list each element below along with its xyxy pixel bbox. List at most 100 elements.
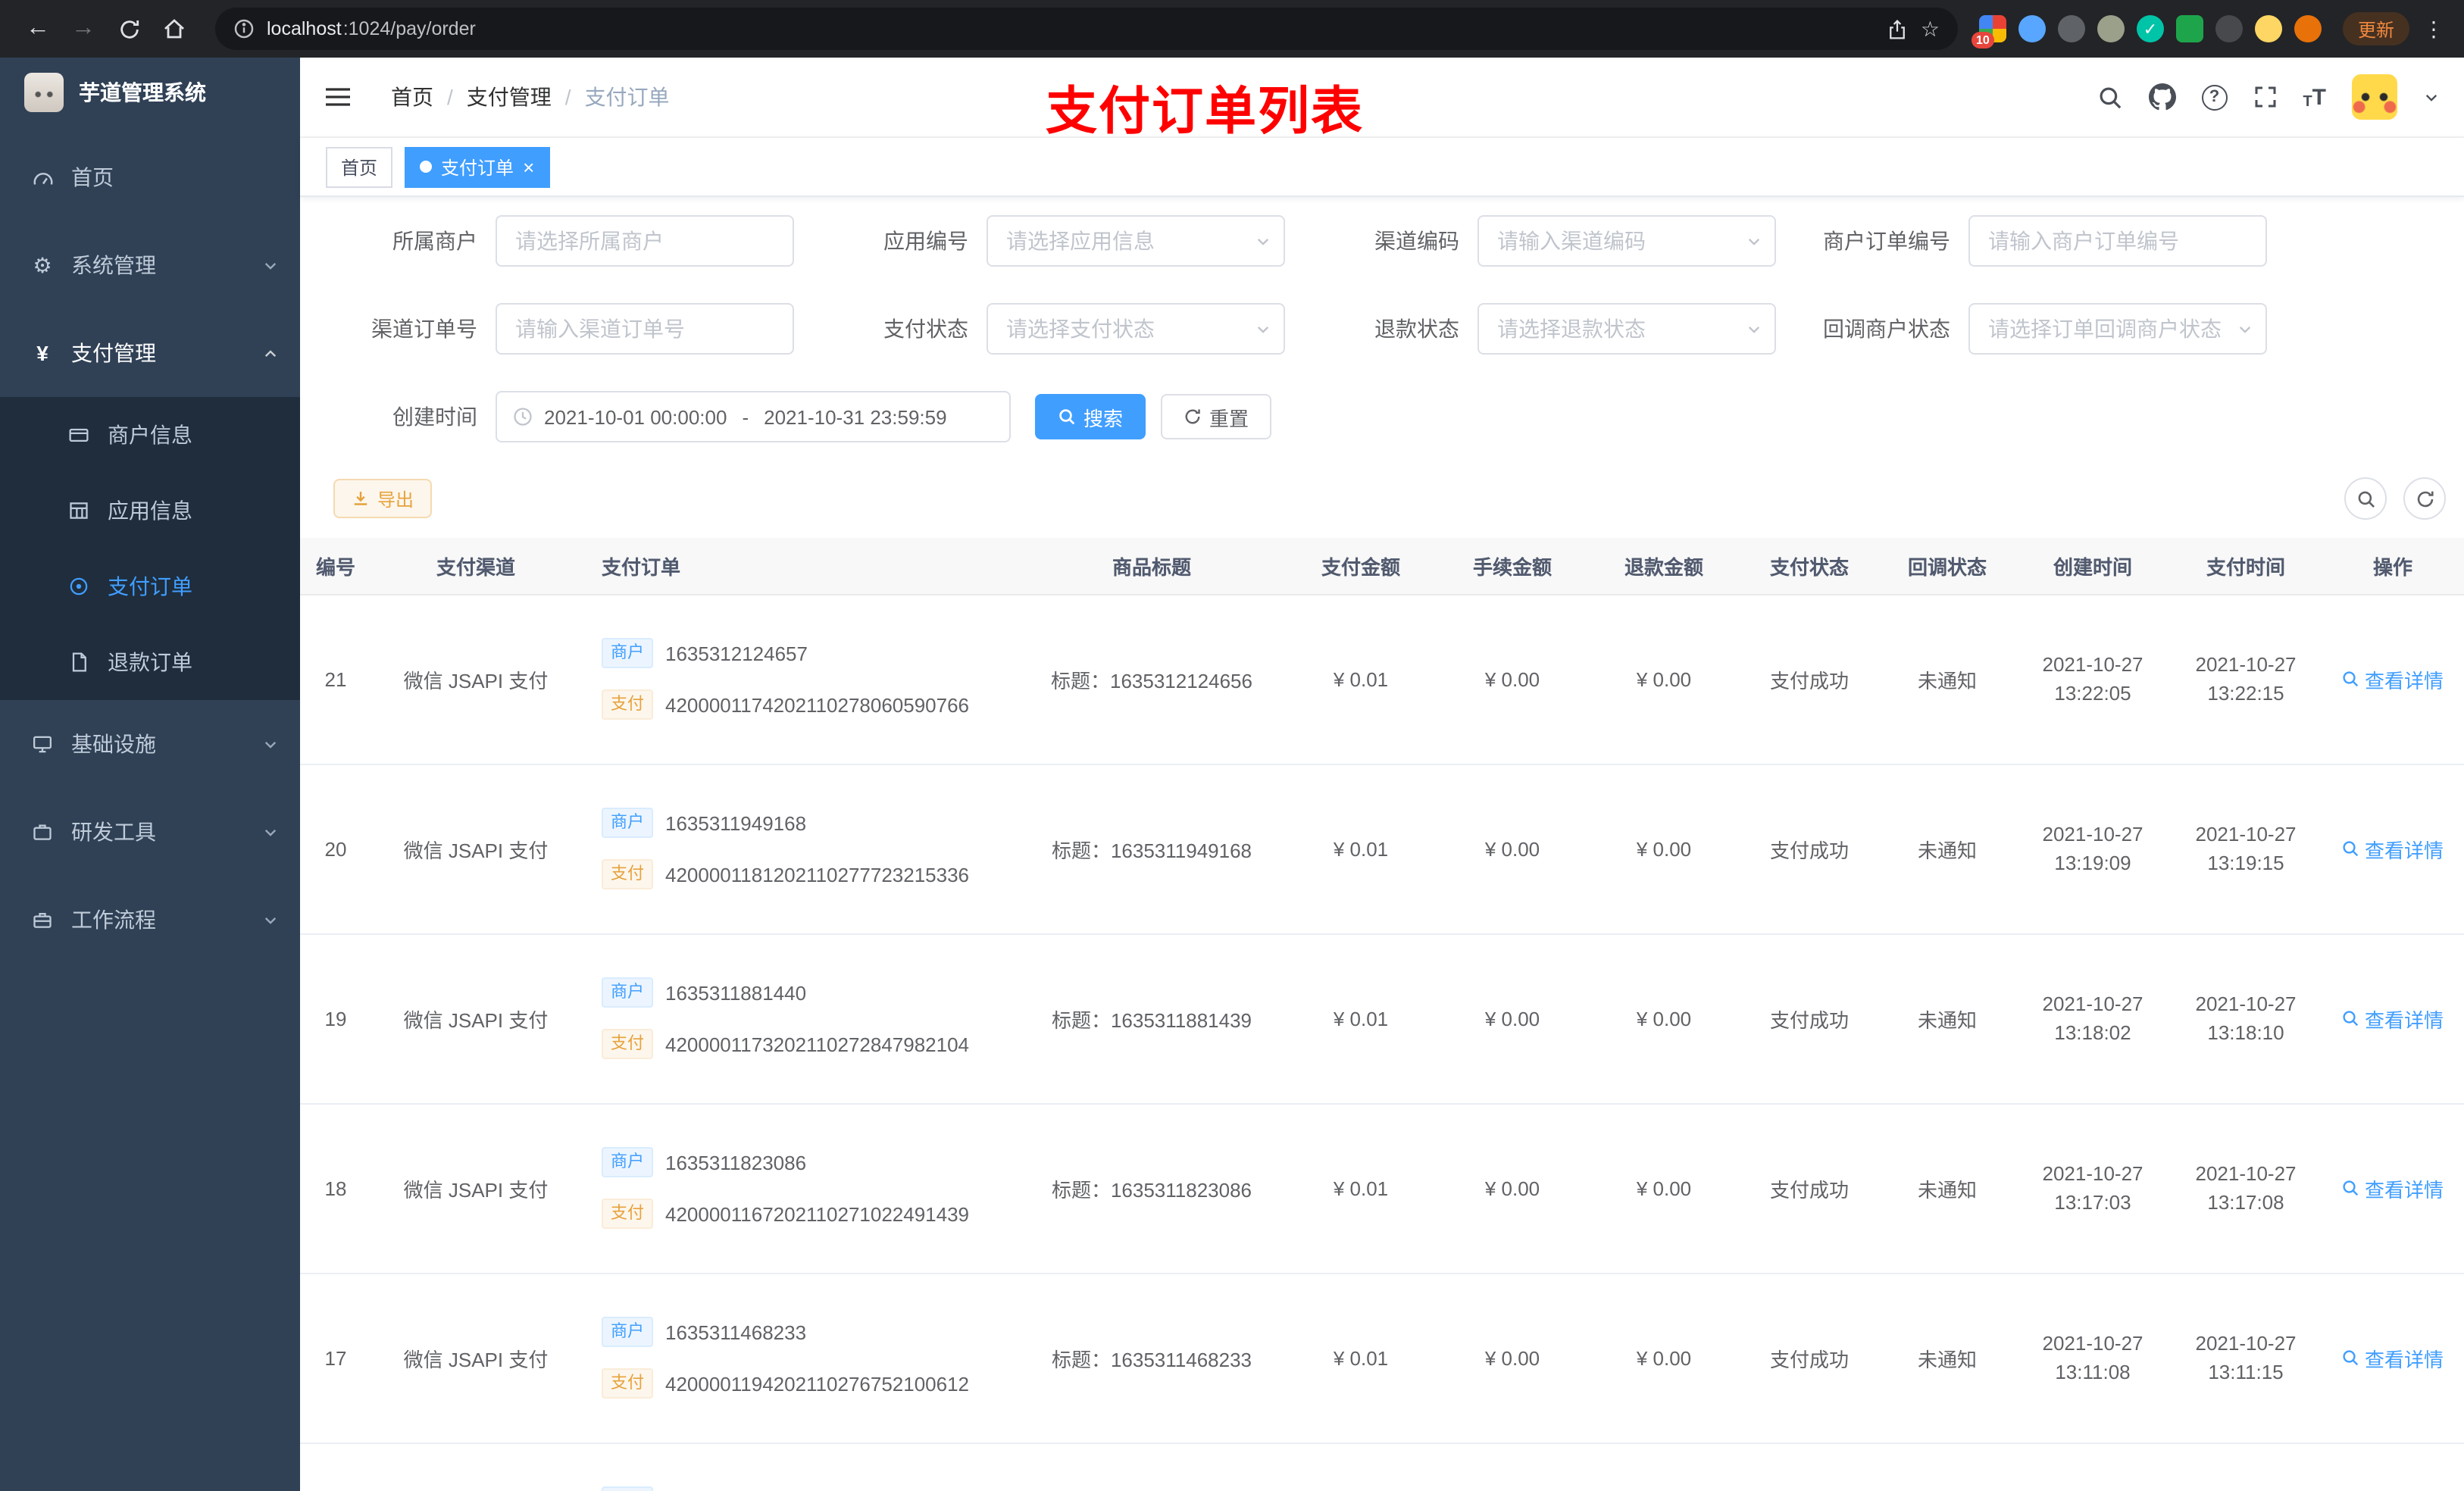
chevron-down-icon (2237, 320, 2253, 337)
chevron-down-icon (262, 911, 279, 928)
export-button[interactable]: 导出 (333, 479, 433, 518)
extension-icon-2[interactable] (2018, 15, 2046, 42)
pay-status-select[interactable]: 请选择支付状态 (987, 303, 1285, 355)
pay-status: 支付成功 (1740, 933, 1879, 1104)
notify-status-select[interactable]: 请选择订单回调商户状态 (1968, 303, 2267, 355)
table-row[interactable]: 17 微信 JSAPI 支付 商户 1635311468233 支付 4200001… (300, 1273, 2464, 1443)
sidebar-item-home[interactable]: 首页 (0, 133, 300, 221)
table-row[interactable]: 20 微信 JSAPI 支付 商户 1635311949168 支付 4200001… (300, 764, 2464, 934)
channel-order-no: 4200001181202110277723215336 (665, 863, 970, 886)
merchant-tag: 商户 (602, 977, 653, 1008)
sidebar-item-pay-order[interactable]: 支付订单 (0, 549, 300, 624)
refresh-button[interactable] (2403, 477, 2446, 520)
close-icon[interactable]: × (523, 157, 534, 177)
extension-icon-1[interactable]: 10 (1971, 15, 2006, 48)
home-icon[interactable] (155, 9, 194, 48)
chevron-down-icon (1746, 320, 1762, 337)
extension-icon-8[interactable] (2254, 15, 2282, 42)
sidebar-item-system[interactable]: ⚙ 系统管理 (0, 221, 300, 309)
extension-icon-4[interactable] (2097, 15, 2125, 42)
reset-button[interactable]: 重置 (1161, 394, 1272, 439)
notify-status: 未通知 (1879, 1273, 2015, 1443)
toggle-search-button[interactable] (2344, 477, 2387, 520)
table-toolbar: 导出 (300, 477, 2464, 520)
tab-pay-order[interactable]: 支付订单 × (405, 146, 550, 187)
search-button[interactable]: 搜索 (1035, 394, 1146, 439)
pay-time: 2021-10-27 13:22:15 (2170, 594, 2322, 764)
sidebar-item-infra[interactable]: 基础设施 (0, 700, 300, 788)
channel-order-no-input[interactable] (496, 303, 794, 355)
chevron-down-icon (262, 257, 279, 274)
table-row[interactable]: 18 微信 JSAPI 支付 商户 1635311823086 支付 4200001… (300, 1103, 2464, 1274)
breadcrumb-payment[interactable]: 支付管理 (467, 82, 552, 112)
merchant-order-no: 1635311949168 (665, 811, 807, 834)
fee-amount: ¥ 0.00 (1437, 764, 1588, 934)
tab-home[interactable]: 首页 (326, 146, 393, 187)
app-select[interactable]: 请选择应用信息 (987, 215, 1285, 267)
merchant-input[interactable] (496, 215, 794, 267)
sidebar-item-payment[interactable]: ¥ 支付管理 (0, 309, 300, 397)
sidebar-item-merchant-info[interactable]: 商户信息 (0, 397, 300, 473)
collapse-menu-icon[interactable] (324, 85, 352, 109)
logo[interactable]: 芋道管理系统 (0, 58, 300, 127)
extension-icon-5[interactable]: ✓ (2136, 15, 2164, 42)
col-actions: 操作 (2322, 538, 2464, 595)
pay-order-cell: 商户 1635311949168 支付 4200001181202110277723… (580, 764, 1018, 932)
sidebar-item-dev-tools[interactable]: 研发工具 (0, 788, 300, 876)
chevron-down-icon[interactable] (2423, 89, 2440, 105)
channel-order-no: 4200001173202110272847982104 (665, 1033, 970, 1055)
back-icon[interactable]: ← (18, 9, 58, 48)
create-time: 2021-10-27 13:22:05 (2015, 594, 2170, 764)
channel-code-select[interactable]: 请输入渠道编码 (1477, 215, 1776, 267)
search-icon[interactable] (2097, 84, 2122, 110)
forward-icon[interactable]: → (64, 9, 103, 48)
share-icon[interactable] (1887, 17, 1909, 40)
view-detail-link[interactable]: 查看详情 (2342, 664, 2444, 693)
merchant-order-no: 1635311881440 (665, 981, 807, 1004)
logo-image (24, 73, 64, 112)
view-detail-link[interactable]: 查看详情 (2342, 1004, 2444, 1033)
sidebar-item-app-info[interactable]: 应用信息 (0, 473, 300, 549)
font-size-icon[interactable]: TT (2303, 84, 2326, 110)
view-detail-link[interactable]: 查看详情 (2342, 834, 2444, 863)
field-label: 回调商户状态 (1823, 317, 1950, 341)
breadcrumb-home[interactable]: 首页 (391, 82, 433, 112)
clock-icon (512, 406, 533, 427)
date-end: 2021-10-31 23:59:59 (764, 405, 947, 428)
profile-avatar-icon[interactable] (2294, 15, 2322, 42)
table-row[interactable]: 21 微信 JSAPI 支付 商户 1635312124657 支付 4200001… (300, 594, 2464, 764)
table-row[interactable]: 16 微信 JSAPI 支付 商户1635311415736 支付 (300, 1443, 2464, 1491)
header: 首页 / 支付管理 / 支付订单 ? T T (300, 58, 2464, 138)
site-info-icon[interactable] (233, 18, 255, 39)
extension-icon-6[interactable] (2175, 15, 2203, 42)
pay-status: 支付成功 (1740, 1273, 1879, 1443)
chrome-update-chip[interactable]: 更新 (2342, 12, 2409, 45)
pay-tag: 支付 (602, 859, 653, 889)
view-detail-link[interactable]: 查看详情 (2342, 1343, 2444, 1372)
extension-icon-3[interactable] (2057, 15, 2085, 42)
col-pay-time: 支付时间 (2170, 538, 2322, 595)
reload-icon[interactable] (109, 9, 149, 48)
github-icon[interactable] (2148, 83, 2176, 111)
sidebar-item-workflow[interactable]: 工作流程 (0, 876, 300, 964)
create-time-range-picker[interactable]: 2021-10-01 00:00:00 - 2021-10-31 23:59:5… (496, 391, 1011, 442)
fee-amount: ¥ 0.00 (1437, 1103, 1588, 1274)
refund-status-select[interactable]: 请选择退款状态 (1477, 303, 1776, 355)
merchant-order-no-input[interactable] (1968, 215, 2267, 267)
address-bar[interactable]: localhost:1024/pay/order ☆ (215, 8, 1958, 50)
avatar[interactable] (2352, 74, 2397, 120)
create-time: 2021-10-27 13:17:03 (2015, 1103, 2170, 1274)
sidebar-item-refund-order[interactable]: 退款订单 (0, 624, 300, 700)
fullscreen-icon[interactable] (2253, 85, 2277, 109)
notify-status: 未通知 (1879, 764, 2015, 934)
fee-amount: ¥ 0.00 (1437, 1273, 1588, 1443)
create-time: 2021-10-27 13:18:02 (2015, 933, 2170, 1104)
chevron-up-icon (262, 345, 279, 361)
extension-icon-7[interactable] (2215, 15, 2243, 42)
help-icon[interactable]: ? (2201, 84, 2228, 110)
table-row[interactable]: 19 微信 JSAPI 支付 商户 1635311881440 支付 4200001… (300, 933, 2464, 1104)
refund-amount: ¥ 0.00 (1588, 764, 1740, 934)
bookmark-star-icon[interactable]: ☆ (1921, 16, 1940, 42)
view-detail-link[interactable]: 查看详情 (2342, 1174, 2444, 1202)
browser-menu-icon[interactable]: ⋮ (2422, 16, 2446, 42)
